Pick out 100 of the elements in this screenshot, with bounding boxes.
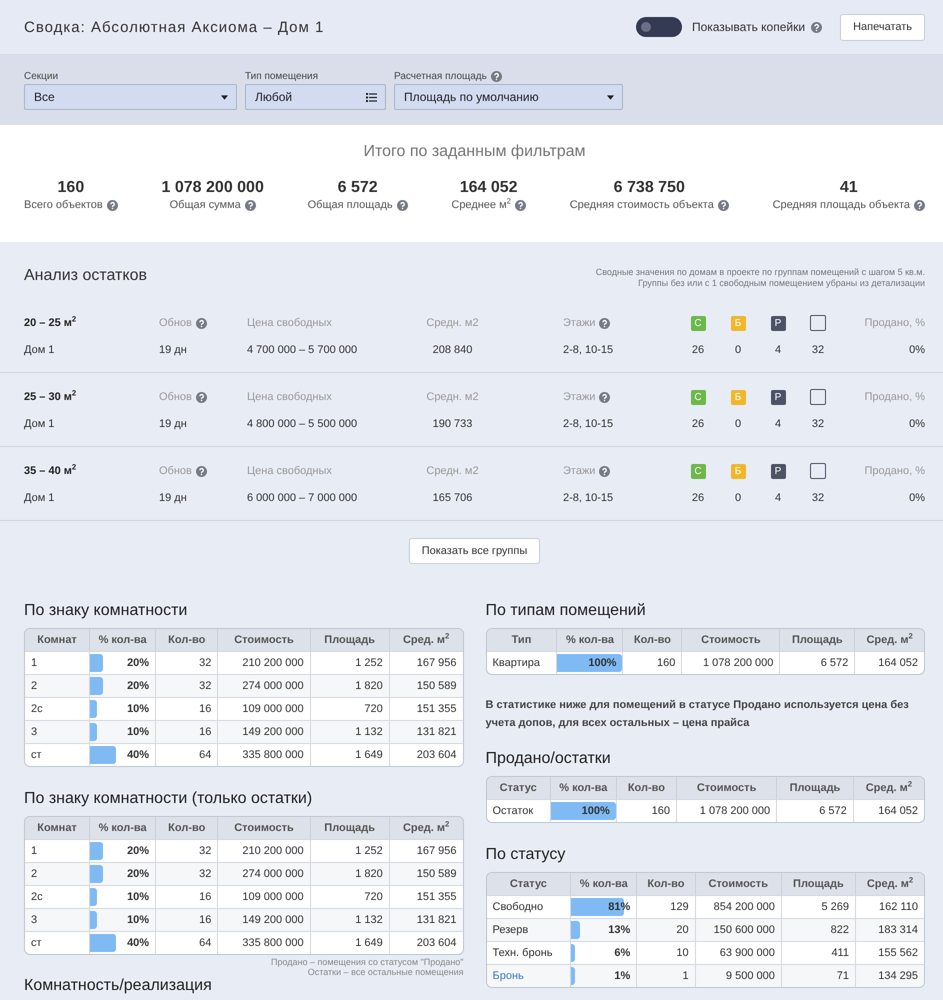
column-header: Стоимость [694,873,781,895]
status-count: 32 [810,344,826,356]
stat-value: 1 078 200 000 [162,179,264,197]
help-icon[interactable] [106,200,118,210]
table-cell-text: 10% [127,726,150,738]
stat-label: Общая сумма [170,199,241,211]
help-icon[interactable] [196,466,207,476]
column-header: Комнат [25,817,90,839]
table-cell-text: 6% [614,947,632,959]
column-header: Площадь [776,777,853,799]
column-header: Продано, % [864,317,925,329]
table-cell-text: 10% [127,703,150,715]
status-count: 4 [774,344,782,356]
table-cell: 203 604 [388,743,462,766]
stat-value: 164 052 [460,179,518,197]
table-cell-text: 20% [127,845,150,857]
select-field[interactable]: Все [24,84,237,110]
table-cell: 1 132 [310,720,389,743]
section-title: Продано/остатки [486,750,612,768]
help-icon[interactable] [196,318,207,328]
column-header: Статус [486,873,570,895]
table-cell-text: 20% [127,868,150,880]
table-cell: 335 800 000 [217,931,310,954]
column-header: Обнов [159,465,192,477]
column-header: Цена свободных [247,391,332,403]
table-cell-text: 100% [588,657,618,669]
table-cell: 1 078 200 000 [681,651,780,674]
table-cell: 183 314 [854,918,924,941]
group-title: 20 – 25 м$^{2}$ [24,317,78,329]
table-link[interactable]: Бронь [486,964,570,987]
table-cell: 150 589 [388,674,462,697]
help-icon[interactable] [599,392,610,402]
help-icon[interactable] [396,200,408,210]
column-header: Сред. м$^{2}$ [854,629,924,651]
toggle-label: Показывать копейки [692,20,806,34]
group-value: 19 дн [159,344,188,356]
table-cell: 71 [780,964,855,987]
stat-label: Общая площадь [308,199,393,211]
table-cell: 1 649 [310,931,389,954]
column-header: Тип [486,629,556,651]
column-header: Продано, % [864,465,925,477]
stat-label: Средняя стоимость объекта [570,199,714,211]
table-cell: 20 [636,918,695,941]
group-title: 25 – 30 м$^{2}$ [24,391,78,403]
group-value: 4 800 000 – 5 500 000 [247,418,358,430]
table-cell: Квартира [486,651,556,674]
help-icon[interactable] [914,200,925,210]
list-icon [366,92,377,102]
column-header: Цена свободных [247,465,332,477]
status-count: 0 [734,418,742,430]
table-cell: ст [25,743,90,766]
table-cell: 150 589 [388,862,462,885]
status-count: 32 [810,492,826,504]
help-icon[interactable] [718,200,729,210]
help-icon[interactable] [811,22,822,32]
table-cell-text: 20% [127,680,150,692]
column-header: Этажи [563,391,596,403]
group-value: 6 000 000 – 7 000 000 [247,492,358,504]
column-header: Сред. м$^{2}$ [852,777,924,799]
table-cell: Резерв [486,918,570,941]
print-button[interactable]: Напечатать [840,14,925,40]
column-header: Кол-во [155,629,218,651]
page-title: Сводка: Абсолютная Аксиома – Дом 1 [24,18,326,36]
help-icon[interactable] [599,318,610,328]
column-header: % кол-ва [89,629,156,651]
group-value: 19 дн [159,492,188,504]
multiselect-field[interactable]: Любой [245,84,386,110]
table-cell-text: 40% [127,749,150,761]
table-cell-text: 20% [127,657,150,669]
help-icon[interactable] [490,71,502,82]
toggle-switch[interactable] [636,17,682,37]
status-badge: С [690,464,706,478]
column-header: % кол-ва [89,817,156,839]
table-cell: 1 078 200 000 [676,799,776,822]
show-all-groups-button[interactable]: Показать все группы [408,538,540,564]
group-value: 2-8, 10-15 [563,418,614,430]
help-icon[interactable] [196,392,207,402]
section-title: Итого по заданным фильтрам [362,143,587,161]
column-header: Стоимость [681,629,780,651]
group-title: 35 – 40 м$^{2}$ [24,465,78,477]
column-header: Статус [486,777,550,799]
group-value: 0% [909,492,925,504]
table-cell: 64 [155,931,218,954]
status-badge: С [690,390,706,404]
column-header: Стоимость [217,817,310,839]
help-icon[interactable] [599,466,610,476]
help-icon[interactable] [514,200,526,210]
table-cell: 9 500 000 [694,964,781,987]
stat-label: Среднее м$^{2}$ [451,199,511,211]
column-header: Комнат [25,629,90,651]
help-icon[interactable] [244,200,256,210]
table-cell: 160 [616,799,676,822]
table-cell: 1 [636,964,695,987]
select-field[interactable]: Площадь по умолчанию [394,84,623,110]
table-cell-text: 100% [582,805,611,817]
table-cell: 149 200 000 [217,908,310,931]
column-header: Обнов [159,391,192,403]
table-cell: 64 [155,743,218,766]
status-badge: Б [730,464,746,478]
group-value: 0% [909,344,925,356]
